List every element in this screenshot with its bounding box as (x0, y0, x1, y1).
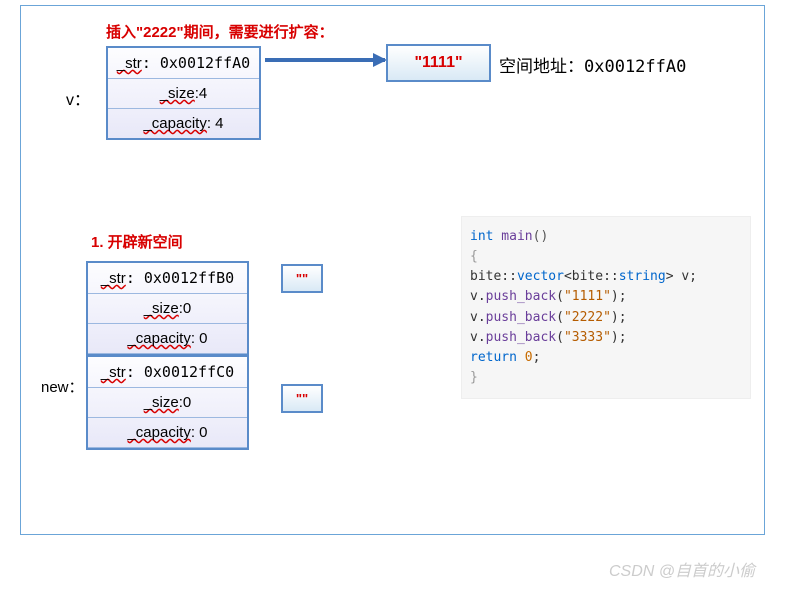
title-allocate: 1. 开辟新空间 (91, 231, 183, 252)
struct-v-capacity: _capacity: 4 (108, 109, 259, 138)
title-insert: 插入"2222"期间，需要进行扩容： (106, 21, 334, 42)
v-label: v： (66, 86, 90, 110)
struct-new-b: _str: 0x0012ffC0 _size:0 _capacity: 0 (88, 357, 247, 448)
struct-a-capacity: _capacity: 0 (88, 324, 247, 354)
struct-b-size: _size:0 (88, 388, 247, 418)
struct-new-group: _str: 0x0012ffB0 _size:0 _capacity: 0 _s… (86, 261, 249, 450)
new-label: new： (41, 376, 84, 397)
diagram-frame: 插入"2222"期间，需要进行扩容： v： _str: 0x0012ffA0 _… (20, 5, 765, 535)
value-box-empty-2: "" (281, 384, 323, 413)
struct-new-a: _str: 0x0012ffB0 _size:0 _capacity: 0 (88, 263, 247, 354)
struct-a-size: _size:0 (88, 294, 247, 324)
struct-a-str: _str: 0x0012ffB0 (88, 263, 247, 294)
struct-v: _str: 0x0012ffA0 _size:4 _capacity: 4 (106, 46, 261, 140)
code-snippet: int main() { bite::vector<bite::string> … (461, 216, 751, 399)
struct-b-str: _str: 0x0012ffC0 (88, 357, 247, 388)
struct-v-str: _str: 0x0012ffA0 (108, 48, 259, 79)
address-label: 空间地址：0x0012ffA0 (499, 52, 686, 77)
value-box-1111: "1111" (386, 44, 491, 82)
value-box-empty-1: "" (281, 264, 323, 293)
struct-v-size: _size:4 (108, 79, 259, 109)
watermark: CSDN @自首的小偷 (609, 557, 755, 581)
struct-b-capacity: _capacity: 0 (88, 418, 247, 448)
arrow-to-value (265, 58, 385, 62)
